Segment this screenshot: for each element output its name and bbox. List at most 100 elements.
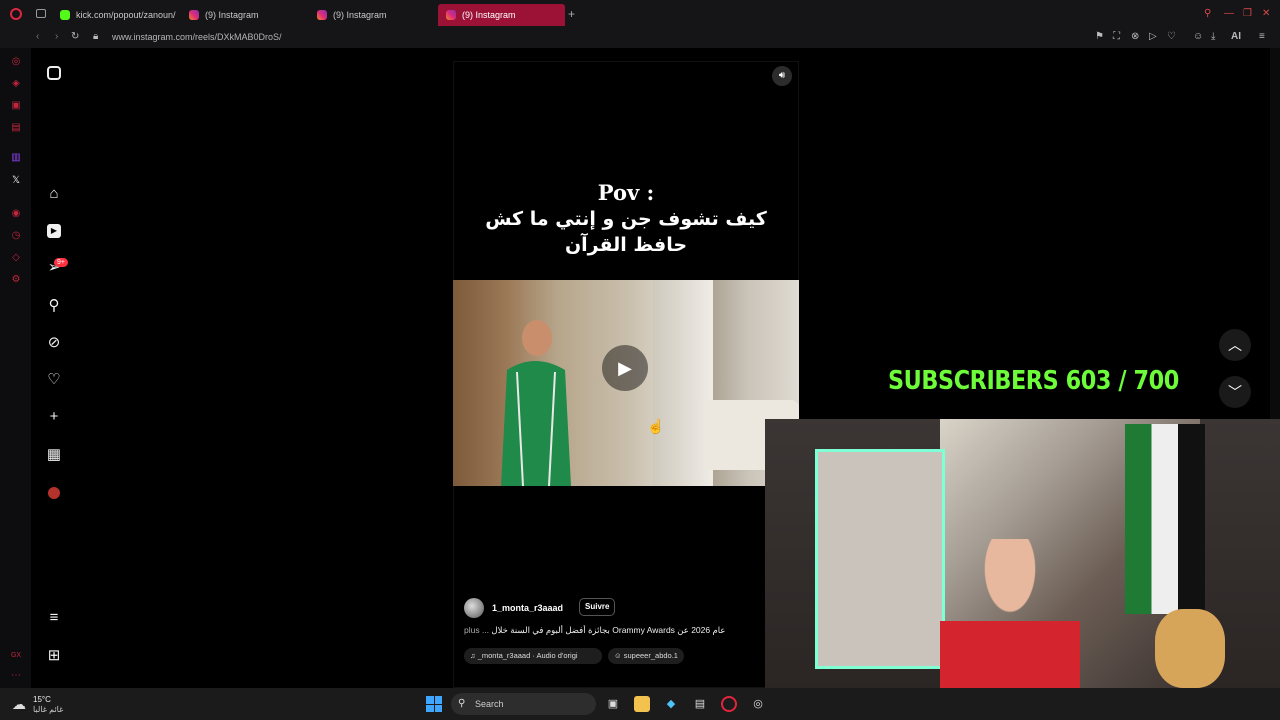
x-twitter-icon[interactable]: 𝕏 — [10, 175, 22, 187]
webcam-person — [940, 539, 1080, 688]
tab-instagram-active[interactable]: (9) Instagram — [438, 4, 565, 26]
messages-badge: 9+ — [54, 258, 68, 267]
author-avatar[interactable] — [464, 598, 484, 618]
dashboard-icon[interactable]: ▦ — [45, 446, 63, 464]
reel-title-line1: Pov : — [597, 180, 655, 205]
search-icon: ⚲ — [458, 698, 466, 709]
instagram-logo-icon[interactable] — [45, 64, 63, 82]
webcam-flag — [1125, 424, 1205, 614]
player-icon[interactable]: ▷ — [1149, 31, 1157, 42]
windows-taskbar: ☁ 15°C غائم غالبا Search ⚲ ▣ ◆ ▤ ◎ — [0, 688, 1280, 720]
new-tab-icon[interactable]: + — [568, 8, 575, 20]
adblock-icon[interactable]: ⊗ — [1131, 31, 1139, 42]
reels-icon[interactable]: ▶ — [45, 222, 63, 240]
back-icon[interactable]: ‹ — [36, 31, 39, 42]
reel-footer: 1_monta_r3aaad Suivre plus ... بجائزة أف… — [453, 592, 765, 672]
also-from-meta-icon[interactable]: ⊞ — [45, 647, 63, 665]
follow-button[interactable]: Suivre — [579, 598, 616, 616]
file-explorer-icon[interactable] — [634, 696, 650, 712]
lock-icon: 🔒︎ — [93, 31, 99, 42]
tab-instagram-1[interactable]: (9) Instagram — [181, 4, 306, 26]
webcam-shelf — [815, 449, 945, 669]
chat-icon[interactable]: ▣ — [10, 100, 22, 112]
menu-icon[interactable]: ≡ — [1259, 31, 1265, 42]
tab-label: (9) Instagram — [462, 10, 516, 20]
account-icon[interactable]: ☺ — [1193, 31, 1203, 42]
heart-icon[interactable]: ♡ — [1167, 31, 1176, 42]
instagram-favicon-icon — [317, 10, 327, 20]
music-icon[interactable]: ▤ — [10, 122, 22, 134]
aria-icon[interactable]: ◎ — [10, 56, 22, 68]
download-icon[interactable]: ⤓ — [1211, 31, 1215, 42]
minimize-icon[interactable]: — — [1224, 8, 1234, 19]
bookmark-icon[interactable]: ⚑ — [1095, 31, 1104, 42]
profile-avatar[interactable] — [45, 484, 63, 502]
more-icon[interactable]: ⋯ — [10, 670, 22, 682]
instagram-favicon-icon — [446, 10, 456, 20]
settings-icon[interactable]: ⚙ — [10, 274, 22, 286]
workspaces-icon[interactable] — [36, 9, 46, 18]
close-icon[interactable]: ✕ — [1262, 8, 1270, 19]
tab-label: (9) Instagram — [205, 10, 259, 20]
messenger-icon[interactable]: ◈ — [10, 78, 22, 90]
gx-icon[interactable]: GX — [10, 650, 22, 662]
caption-text: بجائزة أفضل ألبوم في السنة خلال Orammy A… — [491, 625, 726, 635]
store-icon[interactable]: ▤ — [692, 696, 708, 712]
tab-label: (9) Instagram — [333, 10, 387, 20]
app-icon[interactable]: ◎ — [750, 696, 766, 712]
opera-sidebar: ◎ ◈ ▣ ▤ ▥ 𝕏 ◉ ◷ ◇ ⚙ GX ⋯ — [0, 48, 31, 688]
tab-kick[interactable]: kick.com/popout/zanoun/ — [52, 4, 177, 26]
notifications-heart-icon[interactable]: ♡ — [45, 371, 63, 389]
previous-reel-button[interactable]: ︿ — [1219, 329, 1251, 361]
audio-pill[interactable]: ♫ _monta_r3aaad · Audio d'origi — [464, 648, 602, 664]
weather-description[interactable]: غائم غالبا — [33, 705, 63, 714]
webcam-overlay — [765, 419, 1280, 688]
forward-icon[interactable]: › — [55, 31, 58, 42]
kick-favicon-icon — [60, 10, 70, 20]
task-view-icon[interactable]: ▣ — [605, 696, 621, 712]
search-tabs-icon[interactable]: ⚲ — [1204, 8, 1211, 19]
opera-gx-icon[interactable] — [721, 696, 737, 712]
audio-toggle-icon[interactable]: 🔊︎ — [772, 66, 792, 86]
pinboard-icon[interactable]: ◇ — [10, 252, 22, 264]
caption-more-link[interactable]: plus ... — [464, 625, 489, 635]
reel-title-line2: كيف تشوف جن و إنتي ما كش — [485, 208, 767, 230]
weather-temperature[interactable]: 15°C — [33, 695, 51, 704]
more-menu-icon[interactable]: ≡ — [45, 609, 63, 627]
opera-logo-icon[interactable] — [10, 8, 22, 20]
subscribers-counter: SUBSCRIBERS 603 / 700 — [888, 366, 1179, 396]
browser-tab-strip: kick.com/popout/zanoun/ (9) Instagram (9… — [0, 0, 1280, 28]
tagged-user-label: supeeer_abdo.1 — [623, 651, 678, 660]
home-icon[interactable]: ⌂ — [45, 185, 63, 203]
history-icon[interactable]: ◷ — [10, 230, 22, 242]
tab-label: kick.com/popout/zanoun/ — [76, 10, 176, 20]
instagram-nav: ⌂ ▶ ➢ ⚲ ⊘ ♡ + ▦ ≡ ⊞ — [31, 48, 77, 688]
copilot-icon[interactable]: ◆ — [663, 696, 679, 712]
author-username[interactable]: 1_monta_r3aaad — [492, 603, 563, 613]
ai-button[interactable]: AI — [1231, 31, 1241, 42]
webcam-teddy-bear — [1155, 609, 1225, 688]
player-sidebar-icon[interactable]: ◉ — [10, 208, 22, 220]
play-icon[interactable]: ▶ — [602, 345, 648, 391]
scene-person — [501, 320, 571, 486]
create-plus-icon[interactable]: + — [45, 408, 63, 426]
twitch-icon[interactable]: ▥ — [10, 152, 22, 164]
reel-title-line3: حافظ القرآن — [564, 234, 688, 256]
next-reel-button[interactable]: ﹀ — [1219, 376, 1251, 408]
address-bar: ‹ › ↻ 🔒︎ www.instagram.com/reels/DXkMAB0… — [0, 28, 1280, 48]
tab-instagram-2[interactable]: (9) Instagram — [309, 4, 434, 26]
taskbar-search[interactable]: Search — [451, 693, 596, 715]
windows-start-icon[interactable] — [426, 696, 442, 712]
maximize-icon[interactable]: ❐ — [1243, 8, 1252, 19]
hand-cursor-icon: ☝ — [647, 418, 665, 434]
search-icon[interactable]: ⚲ — [45, 297, 63, 315]
reload-icon[interactable]: ↻ — [71, 31, 79, 42]
weather-icon[interactable]: ☁ — [12, 696, 26, 713]
tagged-user-pill[interactable]: ☺ supeeer_abdo.1 — [608, 648, 684, 664]
explore-icon[interactable]: ⊘ — [45, 334, 63, 352]
reel-caption[interactable]: plus ... بجائزة أفضل ألبوم في السنة خلال… — [464, 625, 754, 636]
url-field[interactable]: www.instagram.com/reels/DXkMAB0DroS/ — [112, 32, 282, 42]
snapshot-icon[interactable]: ⛶ — [1113, 31, 1120, 42]
instagram-favicon-icon — [189, 10, 199, 20]
audio-label: _monta_r3aaad · Audio d'origi — [477, 651, 578, 660]
